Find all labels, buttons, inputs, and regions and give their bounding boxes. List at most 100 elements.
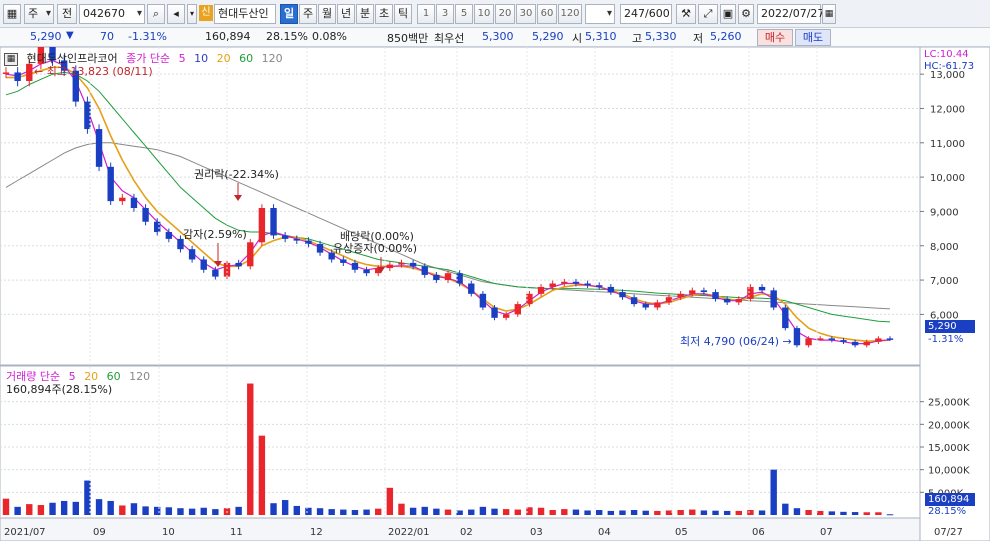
volume-bar: [26, 504, 33, 515]
volume-bar: [863, 512, 870, 515]
stock-code-input[interactable]: 042670: [79, 4, 145, 24]
candle-body: [561, 281, 568, 284]
quote-bar: 5,290 ▼ 70 -1.31% 160,894 28.15% 0.08% 8…: [0, 28, 990, 47]
volume-bar: [247, 383, 254, 515]
candle-body: [665, 297, 673, 303]
period-tick-tab[interactable]: 틱: [394, 4, 412, 24]
custom-period-select[interactable]: [585, 4, 615, 24]
candle-body: [491, 307, 498, 318]
volume-bar: [107, 500, 114, 515]
candle-body: [875, 338, 882, 342]
volume-bar: [875, 512, 882, 515]
turnover-rate: 0.08%: [312, 30, 347, 43]
low-price: 5,260: [710, 30, 742, 43]
candle-body: [421, 266, 428, 275]
grid-menu-icon[interactable]: ▦: [3, 4, 21, 24]
volume-bar: [84, 480, 91, 515]
candle-body: [514, 304, 521, 315]
volume-bar: [886, 514, 894, 516]
count-field[interactable]: 247/600: [620, 4, 672, 24]
period-week-tab[interactable]: 주: [299, 4, 317, 24]
volume-bar: [677, 510, 684, 515]
speaker-dropdown-icon[interactable]: ▾: [187, 4, 197, 24]
code-all-button[interactable]: 전: [57, 4, 77, 24]
period-second-tab[interactable]: 초: [375, 4, 393, 24]
hc-label: HC:-61.73: [924, 61, 975, 72]
market-select[interactable]: 주: [24, 4, 54, 24]
draw-line-icon[interactable]: ⤢: [698, 4, 718, 24]
minute-5-button[interactable]: 5: [455, 4, 473, 24]
chart-icon[interactable]: ▦: [4, 52, 18, 66]
volume-bar: [95, 499, 103, 515]
candle-body: [642, 304, 649, 308]
price-legend: ▦ 현대두산인프라코어 종가 단순 5 10 20 60 120: [4, 50, 288, 66]
volume-bar: [607, 510, 615, 515]
minute-20-button[interactable]: 20: [495, 4, 515, 24]
calendar-icon[interactable]: ▦: [822, 4, 836, 24]
price-tick-label: 11,000: [930, 139, 965, 150]
search-icon[interactable]: ⌕: [147, 4, 165, 24]
volume-bar: [619, 510, 626, 515]
high-price: 5,330: [645, 30, 677, 43]
candle-body: [444, 273, 452, 281]
minute-120-button[interactable]: 120: [558, 4, 582, 24]
ma20-label: 20: [216, 52, 231, 65]
period-minute-tab[interactable]: 분: [356, 4, 374, 24]
credit-tag: 신: [199, 5, 213, 21]
candle-body: [293, 238, 300, 241]
price-tick-label: 9,000: [930, 207, 959, 218]
volume-value-label: 160,894주(28.15%): [6, 383, 113, 396]
minute-30-button[interactable]: 30: [516, 4, 536, 24]
candle-body: [409, 262, 417, 267]
chart-tools-icon[interactable]: ⚒: [676, 4, 696, 24]
candle-body: [188, 249, 196, 260]
price-change: 70: [100, 30, 114, 43]
period-day-tab[interactable]: 일: [280, 4, 298, 24]
stock-name-label: 현대두산인프라코어: [26, 52, 118, 65]
date-field[interactable]: 2022/07/27: [757, 4, 824, 24]
candle-body: [247, 242, 254, 267]
minute-3-button[interactable]: 3: [436, 4, 454, 24]
minute-10-button[interactable]: 10: [474, 4, 494, 24]
candle-body: [805, 338, 812, 346]
speaker-icon[interactable]: ◂: [167, 4, 185, 24]
current-price-tag: 5,290: [925, 320, 975, 333]
candle-body: [142, 208, 149, 222]
x-axis-label: 06: [752, 527, 765, 538]
period-month-tab[interactable]: 월: [318, 4, 336, 24]
volume-bar: [130, 503, 138, 515]
sell-button[interactable]: 매도: [795, 29, 831, 46]
candle-body: [2, 72, 10, 74]
high-label: 고: [632, 32, 643, 45]
current-volume-tag: 160,894: [925, 493, 975, 506]
candle-body: [782, 307, 789, 329]
price-ma-label: 종가 단순: [126, 52, 171, 65]
best-quote-label: 최우선: [434, 32, 465, 45]
candle-body: [305, 240, 312, 245]
period-year-tab[interactable]: 년: [337, 4, 355, 24]
candle-body: [479, 293, 487, 308]
company-name-field[interactable]: 현대두산인: [214, 4, 276, 24]
volume-bar: [375, 508, 382, 515]
volume-bar: [305, 507, 312, 515]
x-axis-date-label: 07/27: [934, 527, 963, 538]
volume-tick-label: 25,000K: [928, 398, 970, 409]
volume-bar: [177, 508, 184, 515]
save-icon[interactable]: ▣: [720, 4, 736, 24]
candle-body: [770, 290, 777, 308]
bonus-annotation: 유상증자(0.00%): [333, 242, 417, 255]
chart-area[interactable]: 6,000 7,000 8,000 9,000 10,000 11,000 12,000 13…: [0, 47, 990, 541]
candle-body: [758, 286, 766, 291]
candle-body: [107, 166, 114, 202]
stock-chart[interactable]: 6,0007,0008,0009,00010,00011,00012,00013…: [0, 47, 990, 541]
volume-bar: [723, 510, 731, 515]
x-axis-label: 09: [93, 527, 106, 538]
buy-button[interactable]: 매수: [757, 29, 793, 46]
minute-1-button[interactable]: 1: [417, 4, 435, 24]
best-bid: 5,290: [532, 30, 564, 43]
settings-gear-icon[interactable]: ⚙: [738, 4, 754, 24]
price-tick-label: 12,000: [930, 104, 965, 115]
current-price: 5,290: [30, 30, 62, 43]
minute-60-button[interactable]: 60: [537, 4, 557, 24]
volume-bar: [49, 502, 56, 515]
